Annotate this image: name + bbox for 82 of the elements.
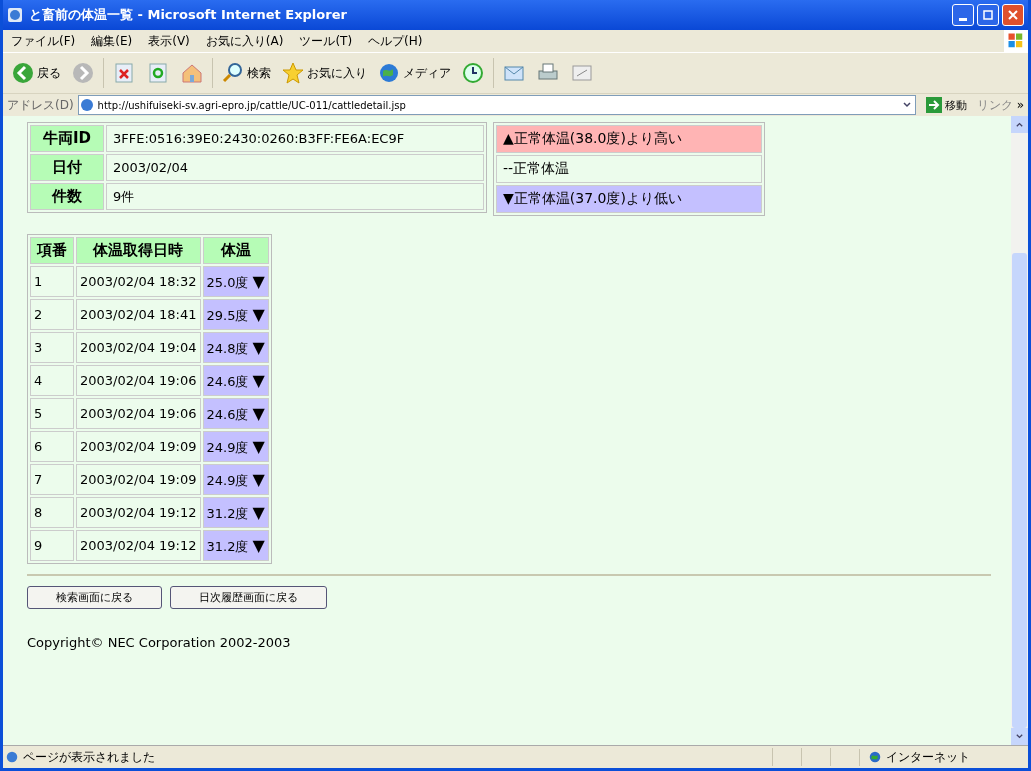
scroll-down-icon[interactable] [1015, 732, 1024, 741]
stop-icon [112, 61, 136, 85]
temperature-cell: 29.5度 ▼ [202, 299, 269, 330]
temperature-cell: 31.2度 ▼ [202, 530, 269, 561]
minimize-button[interactable] [952, 4, 974, 26]
table-cell: 2003/02/04 19:06 [76, 365, 201, 396]
field-label: 日付 [30, 154, 104, 181]
globe-icon [868, 750, 882, 764]
temperature-cell: 24.6度 ▼ [202, 365, 269, 396]
history-icon [461, 61, 485, 85]
back-button[interactable]: 日次履歴画面に戻る [170, 586, 327, 609]
table-cell: 2003/02/04 19:09 [76, 431, 201, 462]
scroll-up-icon[interactable] [1015, 120, 1024, 129]
table-cell: 2 [30, 299, 74, 330]
back-button[interactable]: 戻る [9, 59, 63, 87]
column-header: 体温 [202, 237, 269, 264]
favorites-button[interactable]: お気に入り [279, 59, 369, 87]
temperature-cell: 31.2度 ▼ [202, 497, 269, 528]
table-cell: 4 [30, 365, 74, 396]
zone-indicator: インターネット [859, 748, 1028, 766]
menu-item[interactable]: ヘルプ(H) [368, 32, 423, 50]
status-text: ページが表示されました [23, 748, 155, 766]
page-icon [5, 750, 19, 764]
maximize-button[interactable] [977, 4, 999, 26]
column-header: 項番 [30, 237, 74, 264]
go-button[interactable]: 移動 [919, 96, 973, 114]
copyright-text: Copyright© NEC Corporation 2002-2003 [27, 635, 292, 650]
menu-item[interactable]: お気に入り(A) [205, 32, 284, 50]
table-cell: 2003/02/04 19:04 [76, 332, 201, 363]
page-icon [78, 97, 95, 113]
table-cell: 9 [30, 530, 74, 561]
field-label: 件数 [30, 183, 104, 210]
menu-item[interactable]: 表示(V) [148, 32, 190, 50]
table-cell: 2003/02/04 19:09 [76, 464, 201, 495]
menu-item[interactable]: ツール(T) [299, 32, 353, 50]
close-icon [1008, 10, 1018, 20]
temperature-cell: 24.9度 ▼ [202, 464, 269, 495]
vertical-scrollbar[interactable] [1011, 116, 1028, 745]
legend-item: --正常体温 [496, 155, 762, 183]
search-button[interactable]: 検索 [219, 59, 273, 87]
temperature-cell: 25.0度 ▼ [202, 266, 269, 297]
address-field[interactable]: http://ushifuiseki-sv.agri-epro.jp/cattle/UC-011/cattledetail.jsp [77, 95, 916, 115]
field-value: 2003/02/04 [106, 154, 484, 181]
legend-item: ▲正常体温(38.0度)より高い [496, 125, 762, 153]
temperature-cell: 24.6度 ▼ [202, 398, 269, 429]
more-chevron[interactable]: » [1016, 98, 1024, 112]
table-cell: 1 [30, 266, 74, 297]
favorites-icon [281, 61, 305, 85]
menu-item[interactable]: 編集(E) [91, 32, 133, 50]
window-title: と畜前の体温一覧 - Microsoft Internet Explorer [29, 6, 348, 24]
close-button[interactable] [1002, 4, 1024, 26]
back-icon [11, 61, 35, 85]
table-cell: 7 [30, 464, 74, 495]
browser-icon [7, 7, 23, 23]
table-cell: 3 [30, 332, 74, 363]
address-label: アドレス(D) [7, 96, 74, 114]
table-cell: 2003/02/04 18:32 [76, 266, 201, 297]
table-cell: 6 [30, 431, 74, 462]
temperature-cell: 24.9度 ▼ [202, 431, 269, 462]
forward-icon [71, 61, 95, 85]
table-cell: 2003/02/04 19:06 [76, 398, 201, 429]
refresh-icon [146, 61, 170, 85]
table-cell: 5 [30, 398, 74, 429]
field-label: 牛両ID [30, 125, 104, 152]
media-icon [377, 61, 401, 85]
field-value: 9件 [106, 183, 484, 210]
field-value: 3FFE:0516:39E0:2430:0260:B3FF:FE6A:EC9F [106, 125, 484, 152]
table-cell: 2003/02/04 18:41 [76, 299, 201, 330]
minimize-icon [959, 17, 967, 21]
temperature-cell: 24.8度 ▼ [202, 332, 269, 363]
legend-item: ▼正常体温(37.0度)より低い [496, 185, 762, 213]
table-cell: 2003/02/04 19:12 [76, 497, 201, 528]
media-button[interactable]: メディア [375, 59, 453, 87]
arrow-icon [925, 97, 942, 113]
table-cell: 2003/02/04 19:12 [76, 530, 201, 561]
column-header: 体温取得日時 [76, 237, 201, 264]
menu-item[interactable]: ファイル(F) [11, 32, 76, 50]
table-cell: 8 [30, 497, 74, 528]
maximize-icon [983, 10, 993, 20]
back-button[interactable]: 検索画面に戻る [27, 586, 162, 609]
search-icon [221, 61, 245, 85]
dropdown-icon[interactable] [901, 100, 912, 110]
